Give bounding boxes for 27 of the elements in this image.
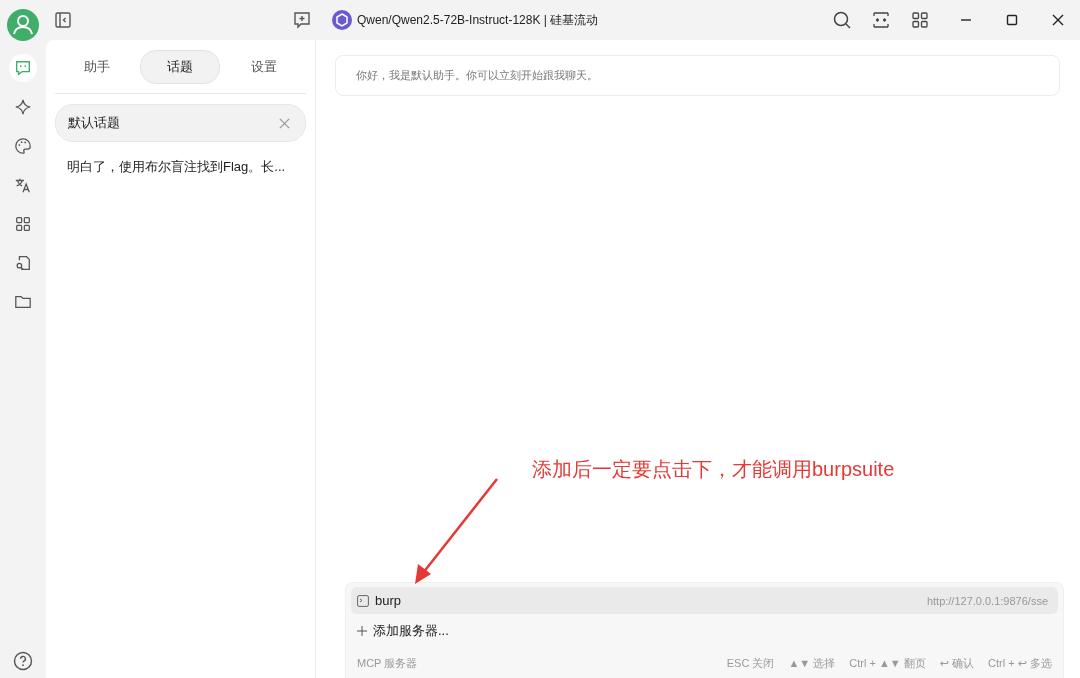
shortcut-hint: ▲▼ 选择 (788, 656, 836, 671)
shortcut-hint: Ctrl + ↩ 多选 (988, 656, 1052, 671)
shortcut-hint: ↩ 确认 (939, 656, 975, 671)
welcome-message: 你好，我是默认助手。你可以立刻开始跟我聊天。 (335, 55, 1060, 96)
avatar[interactable] (7, 9, 39, 41)
terminal-icon (357, 594, 369, 607)
shortcut-hint: ESC 关闭 (726, 656, 775, 671)
search-icon[interactable] (832, 10, 852, 30)
sidebar-toggle-icon[interactable] (54, 11, 72, 29)
model-logo-icon (332, 10, 352, 30)
expand-width-icon[interactable] (871, 10, 891, 30)
topic-item[interactable]: 明白了，使用布尔盲注找到Flag。长... (55, 149, 306, 185)
add-server-item[interactable]: 添加服务器... (351, 614, 1058, 648)
topic-item[interactable]: 默认话题 (55, 104, 306, 142)
shortcut-hint: Ctrl + ▲▼ 翻页 (849, 656, 926, 671)
grid-icon[interactable] (910, 10, 930, 30)
tab[interactable]: 助手 (56, 50, 137, 84)
panel-title: MCP 服务器 (357, 656, 418, 671)
chat-icon[interactable] (9, 54, 37, 82)
plus-icon (357, 626, 367, 636)
annotation-text: 添加后一定要点击下，才能调用burpsuite (532, 457, 895, 482)
new-topic-icon[interactable] (293, 11, 311, 29)
model-name: Qwen/Qwen2.5-72B-Instruct-128K | 硅基流动 (357, 11, 599, 29)
tab[interactable]: 设置 (224, 50, 305, 84)
server-item[interactable]: burp http://127.0.0.1:9876/sse (351, 587, 1058, 614)
help-icon[interactable] (13, 651, 33, 671)
tab[interactable]: 话题 (140, 50, 221, 84)
